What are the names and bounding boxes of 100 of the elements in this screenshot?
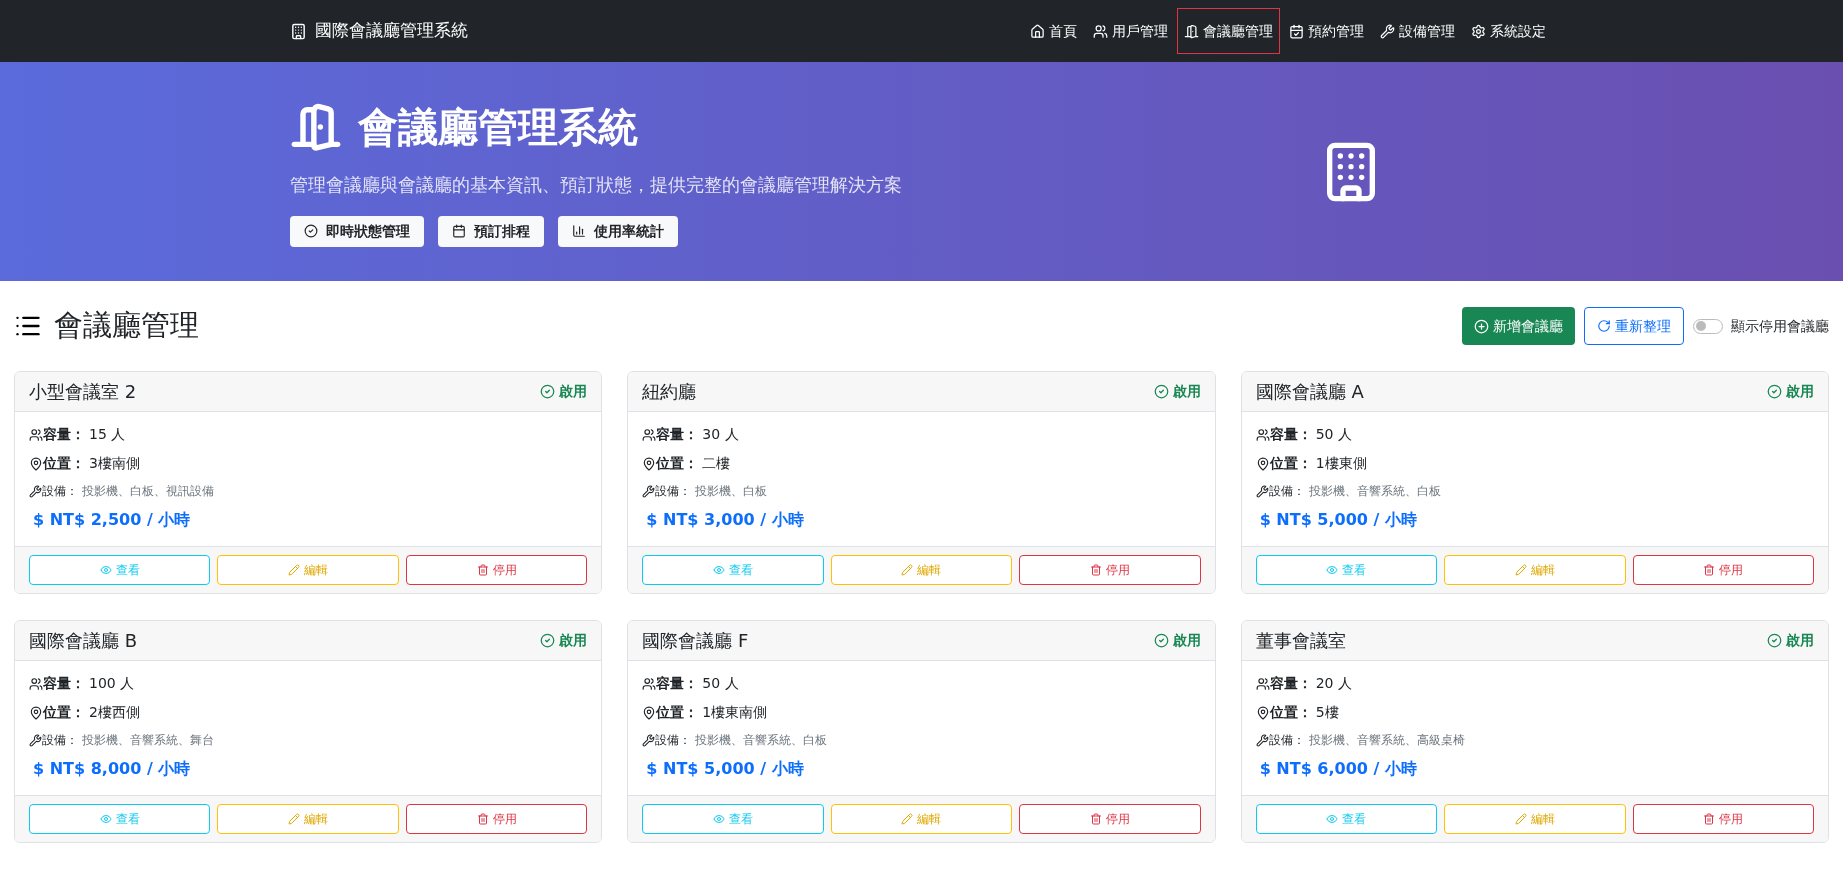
equipment-value: 投影機、白板、視訊設備 bbox=[82, 483, 214, 500]
nav-link[interactable]: 用戶管理 bbox=[1086, 8, 1175, 54]
disable-button[interactable]: 停用 bbox=[405, 804, 588, 834]
eye-icon bbox=[713, 813, 726, 825]
hall-name: 董事會議室 bbox=[1255, 629, 1346, 653]
check-circle-icon bbox=[1153, 384, 1169, 399]
hall-name: 國際會議廳 A bbox=[1255, 380, 1364, 404]
location-label: 位置： bbox=[656, 703, 699, 722]
wrench-icon bbox=[1255, 484, 1269, 498]
price-text: $ NT$ 5,000 / 小時 bbox=[1258, 509, 1418, 531]
equipment-label: 設備： bbox=[42, 483, 78, 500]
disable-button[interactable]: 停用 bbox=[405, 555, 588, 585]
trash-icon bbox=[1089, 564, 1102, 576]
capacity-label: 容量： bbox=[43, 674, 85, 693]
status-label: 啟用 bbox=[1153, 381, 1201, 402]
hall-name: 國際會議廳 B bbox=[29, 629, 138, 653]
disable-button[interactable]: 停用 bbox=[1019, 555, 1201, 585]
location-label: 位置： bbox=[43, 703, 85, 722]
disable-button[interactable]: 停用 bbox=[1019, 804, 1201, 834]
eye-icon bbox=[1326, 813, 1339, 825]
people-icon bbox=[29, 676, 43, 691]
equipment-label: 設備： bbox=[1268, 483, 1305, 500]
wrench-icon bbox=[642, 733, 656, 747]
plus-circle-icon bbox=[1474, 318, 1489, 334]
users-icon bbox=[1093, 23, 1108, 39]
eye-icon bbox=[1326, 564, 1339, 576]
capacity-label: 容量： bbox=[1269, 425, 1312, 444]
capacity-label: 容量： bbox=[656, 425, 699, 444]
nav-link[interactable]: 首頁 bbox=[1023, 8, 1084, 54]
equipment-value: 投影機、白板 bbox=[695, 483, 768, 500]
nav-link[interactable]: 系統設定 bbox=[1464, 8, 1553, 54]
capacity-value: 50 人 bbox=[1315, 425, 1352, 444]
check-circle-icon bbox=[1767, 384, 1782, 399]
trash-icon bbox=[1703, 564, 1716, 576]
people-icon bbox=[642, 676, 657, 691]
price-text: $ NT$ 6,000 / 小時 bbox=[1258, 758, 1418, 780]
capacity-value: 30 人 bbox=[702, 425, 739, 444]
status-label: 啟用 bbox=[540, 381, 588, 402]
location-value: 二樓 bbox=[702, 454, 731, 473]
equipment-value: 投影機、音響系統、舞台 bbox=[82, 732, 214, 749]
hero-subtitle: 管理會議廳與會議廳的基本資訊、預訂狀態，提供完整的會議廳管理解決方案 bbox=[290, 172, 902, 197]
calendar-icon bbox=[452, 224, 466, 238]
disable-button[interactable]: 停用 bbox=[1632, 555, 1814, 585]
price-text: $ NT$ 2,500 / 小時 bbox=[32, 509, 192, 531]
trash-icon bbox=[476, 813, 489, 825]
location-value: 3樓南側 bbox=[89, 454, 140, 473]
pencil-icon bbox=[901, 813, 914, 825]
equipment-value: 投影機、音響系統、白板 bbox=[1308, 483, 1441, 500]
pencil-icon bbox=[288, 564, 301, 576]
capacity-value: 20 人 bbox=[1315, 674, 1352, 693]
refresh-icon bbox=[1597, 319, 1611, 333]
capacity-label: 容量： bbox=[656, 674, 699, 693]
trash-icon bbox=[1703, 813, 1716, 825]
price-text: $ NT$ 5,000 / 小時 bbox=[645, 758, 805, 780]
disable-button[interactable]: 停用 bbox=[1632, 804, 1814, 834]
eye-icon bbox=[713, 564, 726, 576]
building-icon bbox=[290, 22, 307, 40]
location-pin-icon bbox=[29, 705, 43, 720]
nav-link[interactable]: 會議廳管理 bbox=[1177, 8, 1280, 54]
location-pin-icon bbox=[29, 456, 43, 471]
wrench-icon bbox=[1380, 23, 1395, 39]
check-circle-icon bbox=[1767, 633, 1782, 648]
hall-name: 小型會議室 2 bbox=[29, 380, 137, 404]
bar-chart-icon bbox=[572, 224, 586, 238]
refresh-button[interactable]: 重新整理 bbox=[1584, 307, 1684, 345]
capacity-label: 容量： bbox=[1269, 674, 1312, 693]
capacity-value: 50 人 bbox=[702, 674, 739, 693]
equipment-label: 設備： bbox=[655, 483, 692, 500]
eye-icon bbox=[99, 813, 112, 825]
check-circle-icon bbox=[540, 633, 556, 648]
equipment-label: 設備： bbox=[1268, 732, 1305, 749]
add-hall-button[interactable]: 新增會議廳 bbox=[1462, 307, 1575, 345]
location-pin-icon bbox=[1255, 456, 1270, 471]
location-label: 位置： bbox=[656, 454, 699, 473]
location-pin-icon bbox=[642, 456, 657, 471]
brand-title[interactable]: 國際會議廳管理系統 bbox=[315, 18, 468, 44]
location-label: 位置： bbox=[1269, 454, 1312, 473]
eye-icon bbox=[99, 564, 112, 576]
people-icon bbox=[642, 427, 657, 442]
status-label: 啟用 bbox=[1767, 381, 1814, 402]
feature-badge: 使用率統計 bbox=[558, 215, 678, 247]
capacity-value: 15 人 bbox=[89, 425, 126, 444]
hero-title: 會議廳管理系統 bbox=[358, 102, 638, 152]
settings-icon bbox=[1471, 23, 1486, 39]
location-value: 5樓 bbox=[1315, 703, 1339, 722]
status-label: 啟用 bbox=[540, 630, 588, 651]
pencil-icon bbox=[288, 813, 301, 825]
check-circle-icon bbox=[1153, 633, 1169, 648]
nav-link[interactable]: 預約管理 bbox=[1282, 8, 1371, 54]
door-icon bbox=[1184, 23, 1199, 39]
feature-badge: 預訂排程 bbox=[438, 215, 544, 247]
people-icon bbox=[1255, 427, 1270, 442]
nav-link[interactable]: 設備管理 bbox=[1373, 8, 1462, 54]
wrench-icon bbox=[29, 733, 42, 747]
toggle-label: 顯示停用會議廳 bbox=[1731, 316, 1829, 336]
section-title: 會議廳管理 bbox=[54, 307, 199, 345]
location-label: 位置： bbox=[43, 454, 85, 473]
people-icon bbox=[1255, 676, 1270, 691]
location-pin-icon bbox=[642, 705, 657, 720]
toggle-switch[interactable] bbox=[1693, 318, 1723, 334]
